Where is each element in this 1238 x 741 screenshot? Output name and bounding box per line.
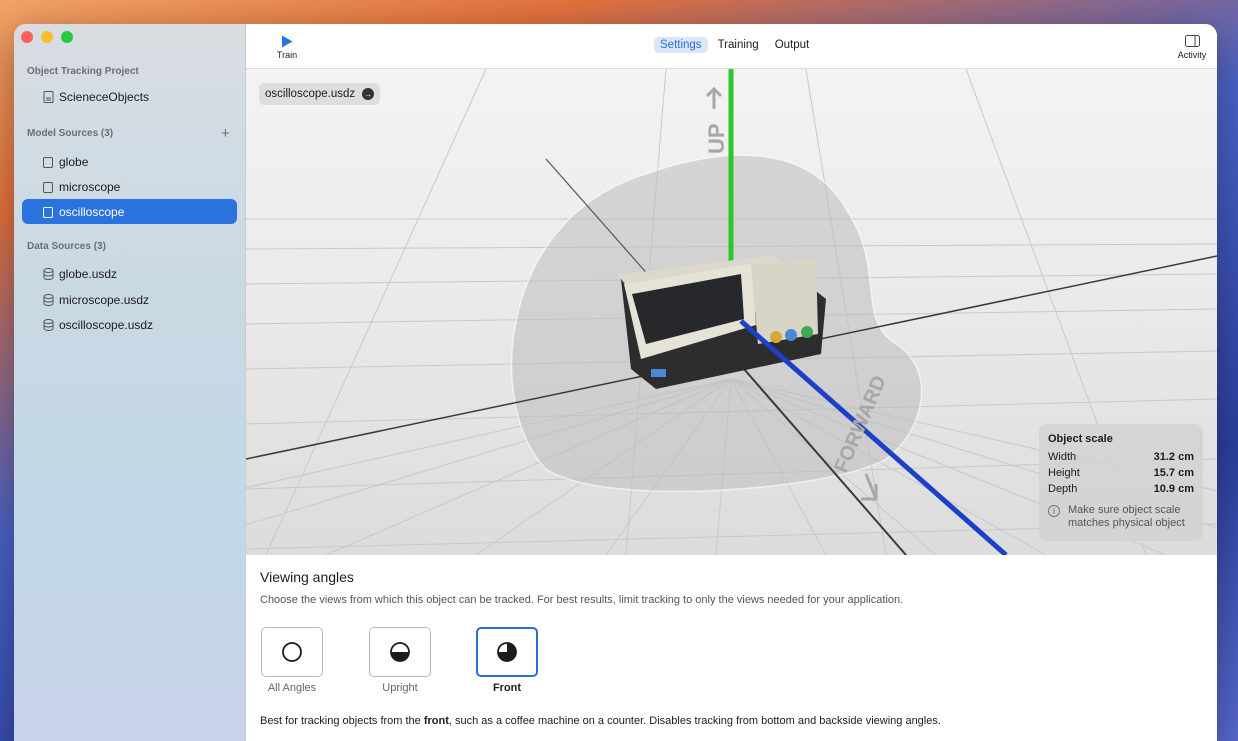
activity-button[interactable]: Activity: [1167, 35, 1217, 60]
angle-option-box: [261, 627, 323, 677]
sidebar-item-label: ScieneceObjects: [59, 89, 150, 104]
sidebar-item-label: oscilloscope: [59, 204, 125, 219]
viewing-angles-panel: Viewing angles Choose the views from whi…: [246, 555, 1217, 741]
toolbar: Train Settings Training Output Activity: [246, 24, 1217, 69]
model-sources-header: Model Sources (3): [27, 128, 114, 139]
project-header: Object Tracking Project: [27, 66, 139, 77]
circle-bottom-half-icon: [390, 642, 410, 662]
arrow-right-circle-icon[interactable]: →: [362, 88, 375, 100]
viewing-angle-note: Best for tracking objects from the front…: [260, 715, 941, 727]
sidebar-right-icon: [1167, 35, 1217, 50]
database-icon: [42, 318, 54, 331]
sidebar-item-label: oscilloscope.usdz: [59, 317, 154, 332]
sidebar: Object Tracking Project ScieneceObjects …: [14, 24, 246, 741]
data-sources-header: Data Sources (3): [27, 241, 106, 252]
sidebar-item-label: microscope: [59, 179, 121, 194]
app-window: Object Tracking Project ScieneceObjects …: [14, 24, 1217, 741]
minimize-window-button[interactable]: [41, 31, 53, 43]
scale-label: Width: [1048, 451, 1077, 463]
close-window-button[interactable]: [21, 31, 33, 43]
viewing-angles-title: Viewing angles: [260, 569, 354, 585]
viewing-angles-description: Choose the views from which this object …: [260, 594, 904, 606]
angle-option-all-angles[interactable]: All Angles: [261, 627, 323, 694]
scale-label: Height: [1048, 467, 1080, 479]
cube-outline-icon: [42, 206, 54, 218]
scale-note-line1: Make sure object scale: [1068, 504, 1181, 516]
3d-viewport[interactable]: UP FORWARD oscilloscope.usdz → Object sc…: [246, 69, 1217, 555]
object-scale-card: Object scale Width 31.2 cm Height 15.7 c…: [1039, 424, 1203, 541]
angle-option-box: [369, 627, 431, 677]
sidebar-item-label: globe.usdz: [59, 266, 118, 281]
info-icon: i: [1048, 505, 1060, 517]
database-icon: [42, 267, 54, 280]
note-text: Best for tracking objects from the: [260, 715, 424, 727]
note-emphasis: front: [423, 715, 449, 727]
sidebar-item-globe[interactable]: globe: [22, 149, 237, 174]
sidebar-item-microscope[interactable]: microscope: [22, 174, 237, 199]
scale-note-line2: matches physical object: [1068, 517, 1185, 529]
train-label: Train: [276, 50, 298, 60]
angle-option-label: Front: [492, 682, 522, 694]
add-model-source-button[interactable]: +: [221, 125, 230, 142]
window-controls: [21, 31, 73, 43]
tab-output[interactable]: Output: [769, 37, 816, 53]
zoom-window-button[interactable]: [61, 31, 73, 43]
sidebar-item-oscilloscope-usdz[interactable]: oscilloscope.usdz: [22, 312, 237, 337]
file-chip-label: oscilloscope.usdz: [265, 88, 356, 100]
activity-label: Activity: [1177, 50, 1207, 60]
cube-outline-icon: [42, 156, 54, 168]
angle-option-upright[interactable]: Upright: [369, 627, 431, 694]
sidebar-item-oscilloscope[interactable]: oscilloscope: [22, 199, 237, 224]
note-text: , such as a coffee machine on a counter.…: [448, 715, 941, 727]
cube-outline-icon: [42, 181, 54, 193]
sidebar-item-globe-usdz[interactable]: globe.usdz: [22, 261, 237, 286]
main-area: Train Settings Training Output Activity: [246, 24, 1217, 741]
scale-value: 10.9 cm: [1153, 483, 1194, 495]
scale-label: Depth: [1048, 483, 1078, 495]
tab-training[interactable]: Training: [712, 37, 765, 53]
sidebar-item-label: globe: [59, 154, 89, 169]
angle-option-box: [476, 627, 538, 677]
document-icon: [42, 90, 54, 103]
angle-option-label: Upright: [382, 682, 418, 694]
sidebar-item-label: microscope.usdz: [59, 292, 150, 307]
scale-row-width: Width 31.2 cm: [1048, 451, 1194, 467]
tab-settings[interactable]: Settings: [654, 37, 708, 53]
train-button[interactable]: Train: [272, 35, 302, 60]
object-scale-title: Object scale: [1048, 433, 1113, 445]
angle-option-label: All Angles: [267, 682, 317, 694]
sidebar-item-microscope-usdz[interactable]: microscope.usdz: [22, 287, 237, 312]
database-icon: [42, 293, 54, 306]
angle-option-front[interactable]: Front: [476, 627, 538, 694]
scale-row-height: Height 15.7 cm: [1048, 467, 1194, 483]
circle-three-quarter-icon: [497, 642, 517, 662]
play-icon: [272, 35, 302, 50]
circle-empty-icon: [282, 642, 302, 662]
scale-value: 15.7 cm: [1153, 467, 1194, 479]
scale-note: i Make sure object scale matches physica…: [1048, 504, 1194, 530]
scale-value: 31.2 cm: [1153, 451, 1194, 463]
file-chip[interactable]: oscilloscope.usdz →: [259, 83, 381, 105]
axis-up-label: UP: [704, 123, 729, 154]
tab-bar: Settings Training Output: [654, 37, 815, 53]
scale-row-depth: Depth 10.9 cm: [1048, 483, 1194, 499]
sidebar-item-project[interactable]: ScieneceObjects: [22, 84, 237, 109]
